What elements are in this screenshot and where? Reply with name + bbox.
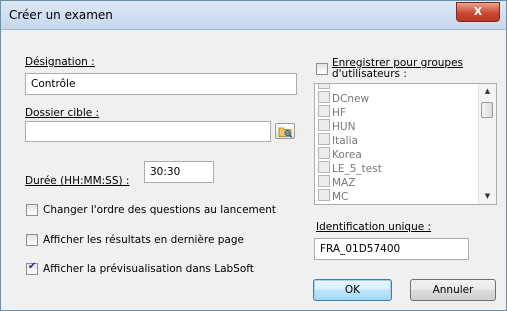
list-item[interactable]: MAZ: [318, 175, 355, 190]
shuffle-questions-label: Changer l'ordre des questions au lanceme…: [43, 204, 276, 216]
scrollbar-thumb[interactable]: [481, 102, 493, 118]
list-item[interactable]: HUN: [318, 119, 355, 134]
target-folder-label: Dossier cible :: [25, 107, 100, 119]
unique-id-input[interactable]: FRA_01D57400: [314, 238, 469, 260]
list-item-checkbox[interactable]: [318, 119, 330, 131]
list-item[interactable]: Italia: [318, 133, 358, 148]
create-exam-dialog: Créer un examen X Désignation : Contrôle…: [0, 0, 507, 311]
labsoft-preview-checkbox[interactable]: [26, 261, 38, 275]
unique-id-label: Identification unique :: [316, 221, 432, 233]
designation-input[interactable]: Contrôle: [25, 73, 297, 95]
labsoft-preview-label: Afficher la prévisualisation dans LabSof…: [43, 263, 254, 275]
list-item-checkbox[interactable]: [318, 147, 330, 159]
list-item[interactable]: Korea: [318, 147, 362, 162]
ok-button[interactable]: OK: [313, 279, 392, 301]
list-item-checkbox[interactable]: [318, 189, 330, 201]
show-results-label: Afficher les résultats en dernière page: [43, 234, 244, 246]
list-item[interactable]: DCnew: [318, 91, 369, 106]
list-item[interactable]: HF: [318, 105, 346, 120]
designation-label: Désignation :: [25, 56, 95, 68]
shuffle-questions-checkbox[interactable]: [26, 204, 38, 216]
close-button[interactable]: X: [456, 2, 500, 22]
target-folder-input[interactable]: [25, 121, 271, 142]
list-scrollbar[interactable]: ▲ ▼: [478, 84, 496, 204]
cancel-button[interactable]: Annuler: [410, 279, 496, 301]
list-item-checkbox[interactable]: [318, 175, 330, 187]
list-item-checkbox[interactable]: [318, 133, 330, 145]
list-item-checkbox[interactable]: [318, 161, 330, 173]
list-item-checkbox[interactable]: [318, 91, 330, 103]
duration-label: Durée (HH:MM:SS) :: [25, 175, 130, 187]
list-item-checkbox[interactable]: [318, 84, 330, 89]
user-groups-label-line2: d'utilisateurs :: [332, 68, 407, 80]
chevron-down-icon[interactable]: ▼: [479, 189, 496, 204]
list-item[interactable]: LE_5_test: [318, 161, 382, 176]
window-title: Créer un examen: [9, 8, 113, 22]
folder-browse-icon: [278, 127, 293, 138]
show-results-checkbox[interactable]: [26, 234, 38, 246]
duration-input[interactable]: 30:30: [144, 161, 214, 183]
user-groups-checkbox[interactable]: [316, 63, 328, 75]
user-groups-list[interactable]: DCnew HF HUN Italia Korea LE_5_test MAZ …: [314, 83, 497, 205]
close-icon: X: [473, 5, 483, 18]
list-item[interactable]: MC: [318, 189, 348, 204]
chevron-up-icon[interactable]: ▲: [479, 84, 496, 99]
title-bar: Créer un examen X: [1, 1, 506, 30]
browse-folder-button[interactable]: [275, 123, 295, 139]
list-item-checkbox[interactable]: [318, 105, 330, 117]
